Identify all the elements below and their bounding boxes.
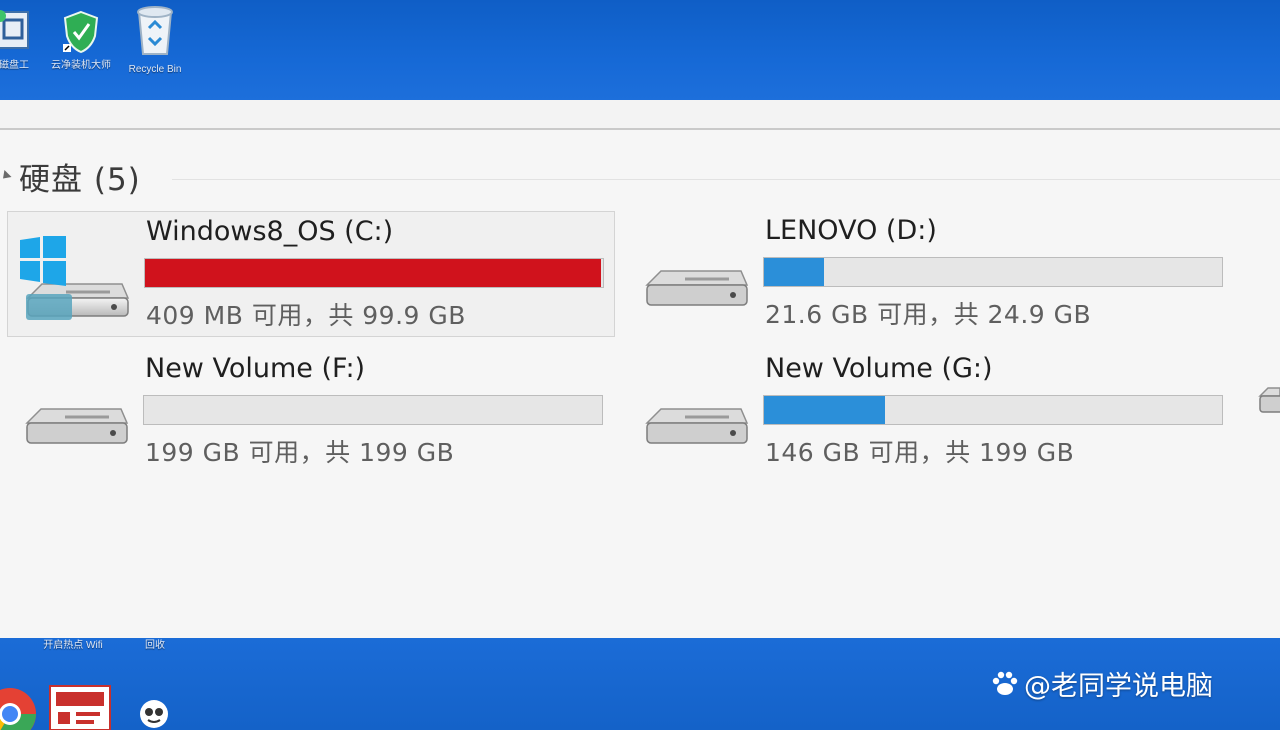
drive-free-space: 21.6 GB 可用，共 24.9 GB	[765, 300, 1092, 329]
drive-usage-fill	[145, 259, 602, 287]
hard-drive-icon-partial[interactable]	[1258, 382, 1280, 422]
desktop-icon-recycle-bin[interactable]: Recycle Bin	[122, 4, 188, 76]
desktop-icon-hotspot[interactable]: 开启热点 Wifi	[40, 640, 106, 652]
drive-name: New Volume (F:)	[145, 353, 366, 384]
drive-item-f[interactable]: New Volume (F:) 199 GB 可用，共 199 GB	[7, 349, 615, 475]
drive-item-g[interactable]: New Volume (G:) 146 GB 可用，共 199 GB	[627, 349, 1235, 475]
drive-item-d[interactable]: LENOVO (D:) 21.6 GB 可用，共 24.9 GB	[627, 211, 1235, 337]
drive-usage-bar	[143, 395, 603, 425]
drive-name: New Volume (G:)	[765, 353, 993, 384]
watermark: @老同学说电脑	[990, 664, 1213, 703]
drive-usage-bar	[763, 257, 1223, 287]
security-shield-icon	[63, 10, 99, 54]
user-account-icon[interactable]	[136, 698, 172, 730]
drive-free-space: 409 MB 可用，共 99.9 GB	[146, 301, 466, 330]
drive-usage-bar	[763, 395, 1223, 425]
desktop-icon-security-master[interactable]: 云净装机大师	[48, 10, 114, 72]
desktop-icon-label: 开启热点 Wifi	[43, 640, 103, 651]
watermark-text: @老同学说电脑	[1024, 671, 1213, 702]
recycle-bin-icon	[137, 6, 173, 55]
collapse-caret-icon[interactable]	[0, 169, 12, 183]
desktop-icon-label: Recycle Bin	[128, 64, 182, 75]
windows-drive-icon	[20, 236, 130, 320]
partition-tool-icon	[0, 10, 29, 49]
hard-drive-icon	[25, 408, 129, 444]
explorer-window: 硬盘 (5) Windows8_OS (C:) 409 MB 可用，共 99.9…	[0, 100, 1280, 638]
drive-free-space: 146 GB 可用，共 199 GB	[765, 438, 1075, 467]
desktop-icon-label: 云净装机大师	[51, 60, 111, 71]
app-shortcut-icon[interactable]	[48, 684, 112, 730]
desktop-icon-label: 回收	[145, 640, 165, 651]
desktop-icon-partition-tool[interactable]: 磁盘工	[0, 8, 42, 72]
drive-usage-fill	[764, 258, 824, 286]
group-title: 硬盘 (5)	[19, 161, 141, 198]
drive-usage-bar	[144, 258, 604, 288]
paw-logo-icon	[992, 671, 1018, 695]
hard-disk-group-header[interactable]: 硬盘 (5)	[0, 152, 141, 200]
chrome-icon[interactable]	[0, 686, 38, 730]
desktop-icon-recycle[interactable]: 回收	[130, 640, 180, 652]
drive-name: LENOVO (D:)	[765, 215, 937, 246]
hard-drive-icon	[645, 408, 749, 444]
desktop-icon-label: 磁盘工	[0, 60, 29, 71]
drive-usage-fill	[764, 396, 886, 424]
explorer-top-band	[0, 100, 1280, 130]
drive-name: Windows8_OS (C:)	[146, 216, 394, 247]
windows-logo-icon	[20, 236, 66, 286]
drive-free-space: 199 GB 可用，共 199 GB	[145, 438, 455, 467]
group-divider	[172, 179, 1280, 180]
hard-drive-icon	[645, 270, 749, 306]
desktop-background-top	[0, 0, 1280, 100]
drive-item-c[interactable]: Windows8_OS (C:) 409 MB 可用，共 99.9 GB	[7, 211, 615, 337]
